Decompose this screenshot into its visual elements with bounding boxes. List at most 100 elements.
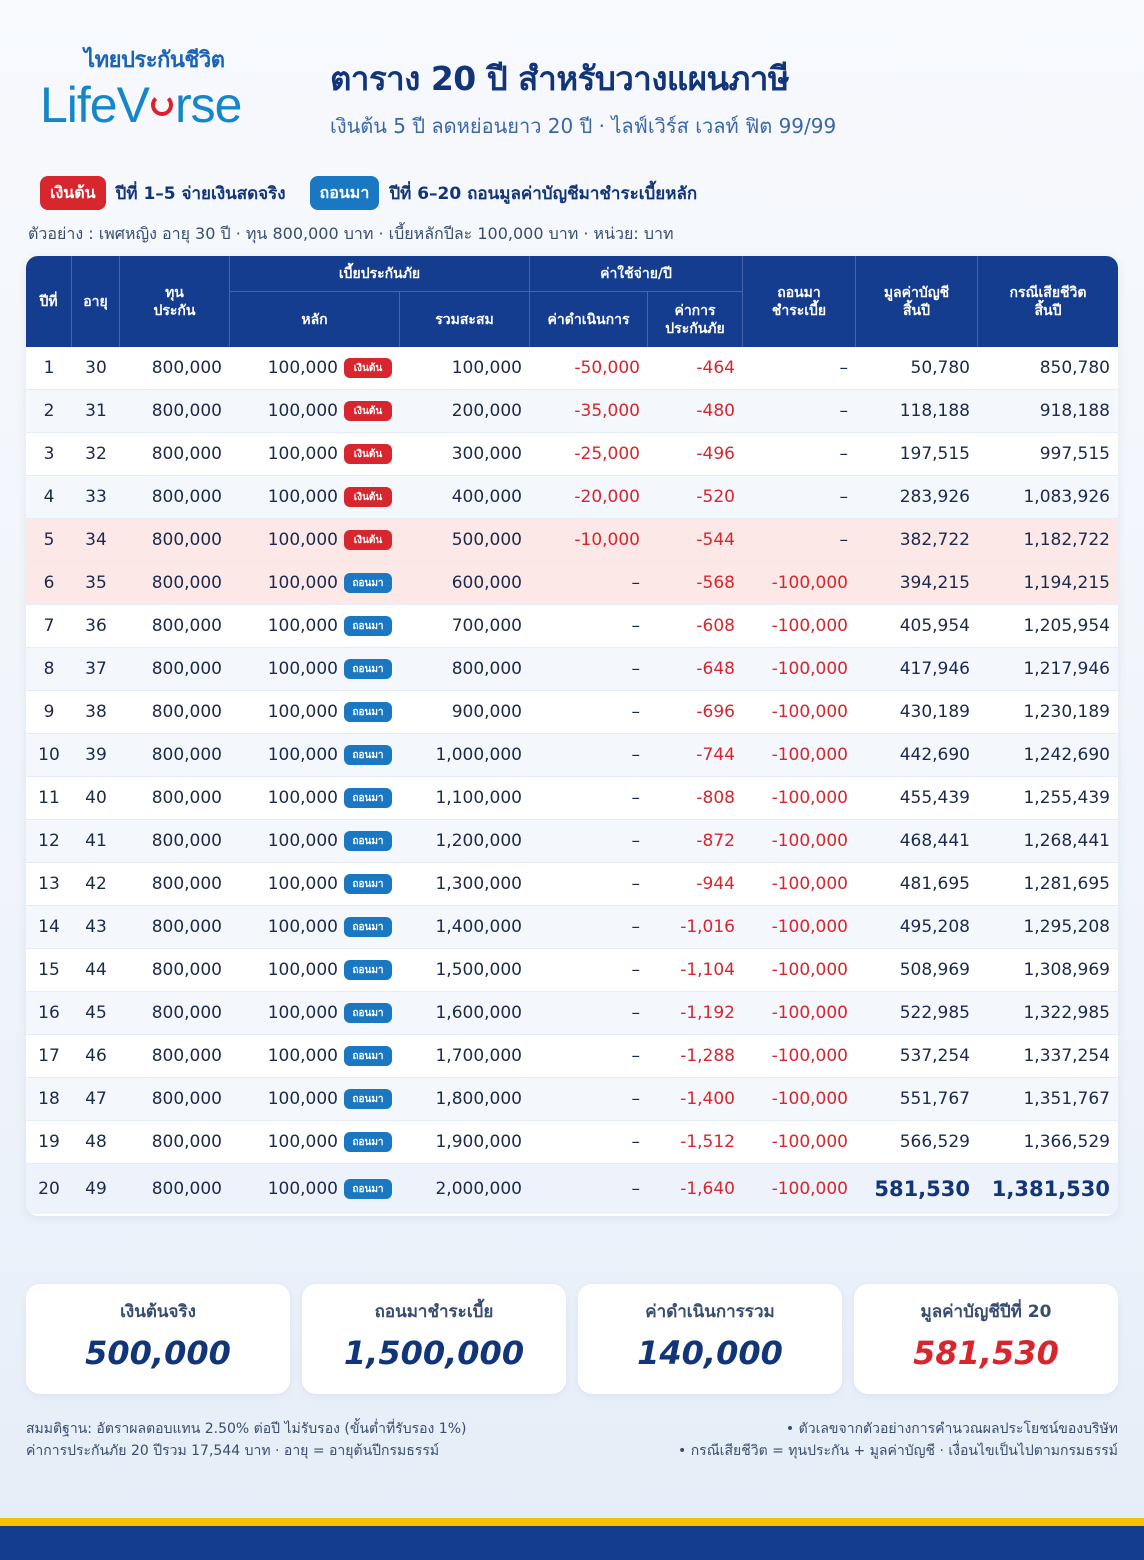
summary-card-label: ค่าดำเนินการรวม: [645, 1302, 775, 1322]
cell-admin: -50,000: [530, 347, 648, 389]
cell-death: 1,366,529: [978, 1121, 1118, 1163]
cell-premium-value: 100,000: [267, 573, 338, 593]
cell-premium: 100,000 ถอนมา: [230, 1164, 400, 1214]
cell-av-value: 508,969: [899, 960, 970, 980]
cell-death: 1,194,215: [978, 562, 1118, 604]
cell-sum-value: 800,000: [151, 917, 222, 937]
cell-year-value: 5: [43, 530, 55, 550]
cell-premium-value: 100,000: [267, 1003, 338, 1023]
cell-death: 1,322,985: [978, 992, 1118, 1034]
cell-premium: 100,000 ถอนมา: [230, 949, 400, 991]
pay-tag-badge: เงินต้น: [344, 530, 392, 550]
cell-admin: –: [530, 820, 648, 862]
summary-card: เงินต้นจริง 500,000: [26, 1284, 290, 1394]
table-header: ปีที่ อายุ ทุน ประกัน เบี้ยประกันภัย หลัก…: [26, 256, 1118, 347]
cell-admin: –: [530, 648, 648, 690]
summary-card-value: 500,000: [85, 1334, 231, 1372]
footer-right-line-2: • กรณีเสียชีวิต = ทุนประกัน + มูลค่าบัญช…: [677, 1443, 1118, 1459]
cell-av-value: 197,515: [899, 444, 970, 464]
cell-cum: 1,700,000: [400, 1035, 530, 1077]
cell-sum-value: 800,000: [151, 444, 222, 464]
cell-av-value: 566,529: [899, 1132, 970, 1152]
cell-av: 417,946: [856, 648, 978, 690]
cell-death: 1,295,208: [978, 906, 1118, 948]
cell-age: 38: [72, 691, 120, 733]
cell-premium-value: 100,000: [267, 616, 338, 636]
cell-premium-value: 100,000: [267, 702, 338, 722]
cell-age: 44: [72, 949, 120, 991]
cell-av: 405,954: [856, 605, 978, 647]
cell-admin: –: [530, 992, 648, 1034]
cell-death-value: 1,205,954: [1023, 616, 1110, 636]
table-row: 6 35 800,000 100,000 ถอนมา 600,000 – -568 -100,0…: [26, 562, 1118, 605]
cell-age-value: 44: [85, 960, 107, 980]
cell-age: 49: [72, 1164, 120, 1214]
cell-withdraw-value: –: [839, 401, 849, 421]
cell-cum-value: 700,000: [451, 616, 522, 636]
table-row: 15 44 800,000 100,000 ถอนมา 1,500,000 – -1,104 -…: [26, 949, 1118, 992]
cell-coi: -1,288: [648, 1035, 743, 1077]
cell-cum: 100,000: [400, 347, 530, 389]
cell-year-value: 11: [38, 788, 60, 808]
cell-year-value: 4: [43, 487, 55, 507]
cell-av-value: 382,722: [899, 530, 970, 550]
cell-age-value: 46: [85, 1046, 107, 1066]
cell-av: 455,439: [856, 777, 978, 819]
cell-age-value: 47: [85, 1089, 107, 1109]
cell-withdraw: -100,000: [743, 863, 856, 905]
cell-admin: –: [530, 906, 648, 948]
cell-age: 30: [72, 347, 120, 389]
logo-swoosh-icon: [150, 94, 173, 116]
bottom-brand-bar: [0, 1518, 1144, 1560]
cell-age-value: 35: [85, 573, 107, 593]
summary-card: ค่าดำเนินการรวม 140,000: [578, 1284, 842, 1394]
withdraw-tag-badge: ถอนมา: [344, 788, 392, 808]
cell-age: 41: [72, 820, 120, 862]
summary-card-label: มูลค่าบัญชีปีที่ 20: [920, 1302, 1052, 1322]
cell-coi: -1,640: [648, 1164, 743, 1214]
pay-tag-badge: เงินต้น: [344, 358, 392, 378]
cell-cum-value: 100,000: [451, 358, 522, 378]
cell-admin-value: –: [631, 659, 641, 679]
cell-av-value: 522,985: [899, 1003, 970, 1023]
table-row: 7 36 800,000 100,000 ถอนมา 700,000 – -608 -100,0…: [26, 605, 1118, 648]
cell-death: 1,205,954: [978, 605, 1118, 647]
cell-coi-value: -568: [696, 573, 735, 593]
cell-age-value: 41: [85, 831, 107, 851]
cell-sum-value: 800,000: [151, 960, 222, 980]
cell-age-value: 42: [85, 874, 107, 894]
cell-premium-value: 100,000: [267, 659, 338, 679]
cell-year: 11: [26, 777, 72, 819]
cell-cum: 1,500,000: [400, 949, 530, 991]
cell-death: 1,351,767: [978, 1078, 1118, 1120]
cell-premium: 100,000 ถอนมา: [230, 1121, 400, 1163]
cell-sum: 800,000: [120, 820, 230, 862]
cell-premium: 100,000 เงินต้น: [230, 476, 400, 518]
cell-av: 283,926: [856, 476, 978, 518]
summary-card-value: 581,530: [913, 1334, 1059, 1372]
cell-sum: 800,000: [120, 906, 230, 948]
cell-premium: 100,000 ถอนมา: [230, 777, 400, 819]
cell-premium-value: 100,000: [267, 444, 338, 464]
cell-withdraw-value: -100,000: [771, 788, 848, 808]
cell-coi-value: -1,400: [680, 1089, 735, 1109]
cell-withdraw-value: -100,000: [771, 917, 848, 937]
summary-card-label: เงินต้นจริง: [120, 1302, 196, 1322]
withdraw-tag-badge: ถอนมา: [344, 702, 392, 722]
cell-av: 50,780: [856, 347, 978, 389]
summary-card: ถอนมาชำระเบี้ย 1,500,000: [302, 1284, 566, 1394]
cell-cum-value: 800,000: [451, 659, 522, 679]
cell-admin-value: –: [631, 960, 641, 980]
cell-death: 1,381,530: [978, 1164, 1118, 1214]
cell-year: 13: [26, 863, 72, 905]
cell-av-value: 537,254: [899, 1046, 970, 1066]
cell-coi: -496: [648, 433, 743, 475]
cell-death-value: 1,366,529: [1023, 1132, 1110, 1152]
cell-coi-value: -1,104: [680, 960, 735, 980]
cell-coi: -696: [648, 691, 743, 733]
cell-year-value: 2: [43, 401, 55, 421]
cell-year: 3: [26, 433, 72, 475]
cell-withdraw-value: –: [839, 444, 849, 464]
cell-sum-value: 800,000: [151, 530, 222, 550]
cell-year: 9: [26, 691, 72, 733]
